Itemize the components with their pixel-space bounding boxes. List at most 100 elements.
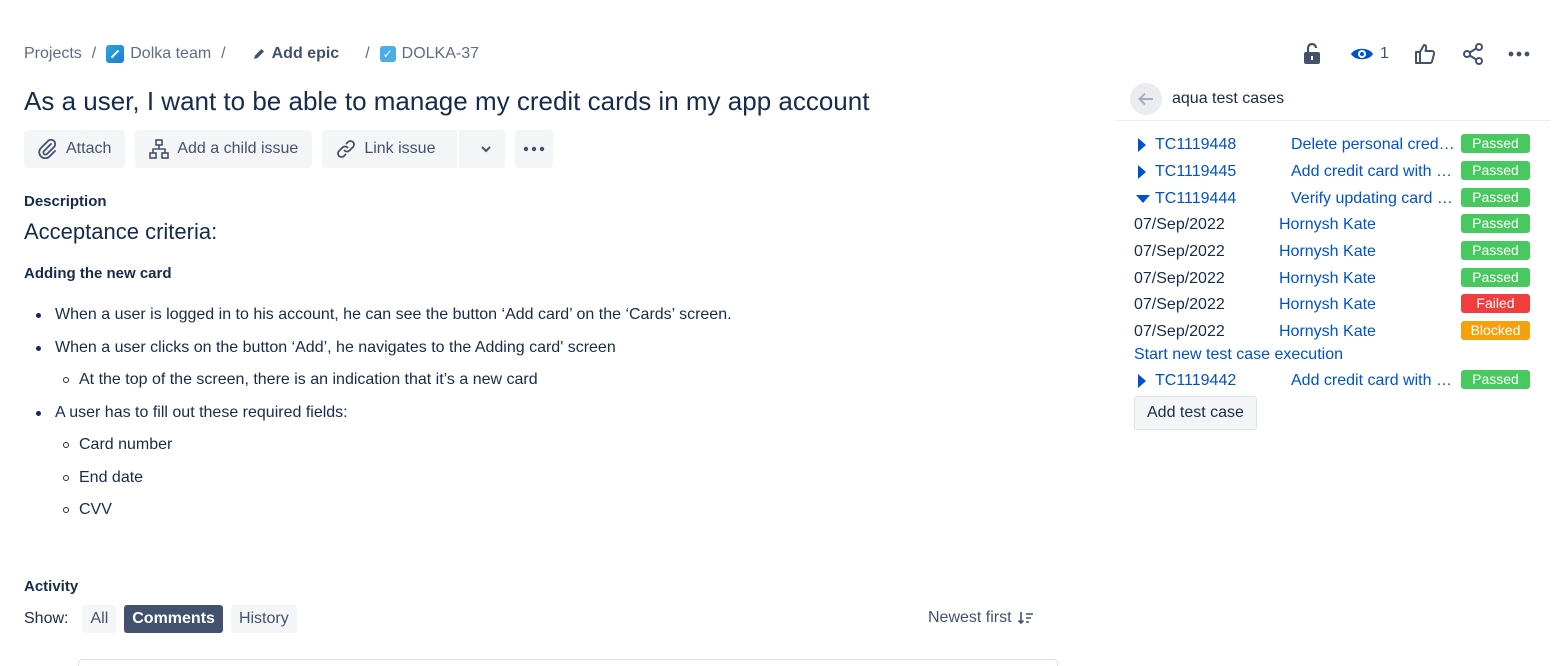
test-case-name[interactable]: Verify updating card … — [1291, 190, 1459, 208]
status-badge: Failed — [1461, 294, 1530, 313]
team-logo-icon — [106, 45, 125, 63]
paperclip-icon — [38, 139, 57, 159]
collapse-arrow-icon[interactable] — [1136, 195, 1150, 203]
add-child-issue-button[interactable]: Add a child issue — [135, 130, 313, 168]
adding-card-subheading: Adding the new card — [24, 265, 172, 282]
list-item: CVV — [63, 501, 112, 519]
bullet-icon — [36, 312, 41, 318]
execution-row: 07/Sep/2022 Hornysh Kate Failed — [1134, 294, 1534, 316]
eye-icon — [1351, 48, 1373, 60]
share-button[interactable] — [1457, 40, 1489, 68]
panel-title: aqua test cases — [1172, 90, 1285, 107]
breadcrumb-issue-key[interactable]: ✓ DOLKA-37 — [379, 45, 480, 63]
chevron-down-icon — [481, 146, 492, 153]
breadcrumb-team[interactable]: Dolka team — [106, 45, 211, 63]
test-case-name[interactable]: Add credit card with … — [1291, 163, 1459, 181]
status-badge: Passed — [1461, 161, 1530, 180]
attach-label: Attach — [66, 140, 112, 157]
like-button[interactable] — [1409, 40, 1441, 68]
status-badge: Passed — [1461, 214, 1530, 233]
test-case-name[interactable]: Add credit card with … — [1291, 372, 1459, 390]
panel-divider — [1116, 120, 1550, 121]
activity-filter-bar: Show: All Comments History — [24, 605, 297, 633]
test-case-id[interactable]: TC1119442 — [1155, 372, 1236, 390]
description-label: Description — [24, 193, 107, 210]
execution-user[interactable]: Hornysh Kate — [1279, 296, 1376, 314]
test-case-id[interactable]: TC1119445 — [1155, 163, 1236, 181]
more-horizontal-icon — [524, 146, 545, 152]
bullet-icon — [36, 345, 41, 351]
lock-button[interactable] — [1296, 40, 1328, 68]
sort-icon — [1017, 612, 1033, 625]
execution-user[interactable]: Hornysh Kate — [1279, 243, 1376, 261]
list-item-text: CVV — [79, 501, 112, 518]
add-epic-button[interactable]: Add epic — [252, 45, 339, 63]
back-button[interactable] — [1130, 83, 1162, 115]
execution-date: 07/Sep/2022 — [1134, 323, 1225, 340]
pencil-icon — [253, 49, 264, 59]
link-issue-button[interactable]: Link issue — [322, 130, 506, 168]
breadcrumb-projects[interactable]: Projects — [24, 45, 82, 63]
attach-button[interactable]: Attach — [24, 130, 126, 168]
comment-input[interactable] — [78, 659, 1058, 666]
link-issue-dropdown[interactable] — [467, 145, 505, 153]
add-test-case-button[interactable]: Add test case — [1134, 396, 1257, 430]
execution-row: 07/Sep/2022 Hornysh Kate Passed — [1134, 214, 1534, 236]
breadcrumb-separator: / — [221, 45, 226, 62]
start-execution-link[interactable]: Start new test case execution — [1134, 346, 1343, 364]
expand-arrow-icon[interactable] — [1138, 165, 1146, 179]
execution-date: 07/Sep/2022 — [1134, 216, 1225, 233]
filter-comments[interactable]: Comments — [124, 605, 223, 633]
status-badge: Passed — [1461, 241, 1530, 260]
test-case-row: TC1119448 Delete personal cred… Passed — [1134, 134, 1534, 156]
execution-user[interactable]: Hornysh Kate — [1279, 270, 1376, 288]
execution-date: 07/Sep/2022 — [1134, 296, 1225, 313]
breadcrumb-separator: / — [91, 45, 97, 62]
list-item: When a user clicks on the button ‘Add’, … — [36, 339, 616, 357]
list-item-text: At the top of the screen, there is an in… — [79, 371, 538, 388]
breadcrumb: Projects / Dolka team / Add epic / ✓ DOL… — [24, 44, 479, 64]
status-badge: Passed — [1461, 188, 1530, 207]
test-cases-panel-header: aqua test cases — [1130, 83, 1284, 115]
status-badge: Passed — [1461, 370, 1530, 389]
test-case-name[interactable]: Delete personal cred… — [1291, 136, 1459, 154]
list-item-text: A user has to fill out these required fi… — [55, 404, 348, 421]
sub-bullet-icon — [63, 507, 69, 513]
list-item: When a user is logged in to his account,… — [36, 306, 732, 324]
sub-bullet-icon — [63, 377, 69, 383]
breadcrumb-separator: / — [365, 45, 370, 62]
add-child-label: Add a child issue — [177, 140, 299, 157]
more-actions-button[interactable] — [1503, 40, 1535, 68]
test-case-id[interactable]: TC1119444 — [1155, 190, 1236, 208]
execution-user[interactable]: Hornysh Kate — [1279, 216, 1376, 234]
list-item-text: When a user is logged in to his account,… — [55, 306, 732, 323]
execution-user[interactable]: Hornysh Kate — [1279, 323, 1376, 341]
test-case-row: TC1119445 Add credit card with … Passed — [1134, 161, 1534, 183]
sort-order-button[interactable]: Newest first — [928, 609, 1034, 627]
filter-all[interactable]: All — [82, 605, 117, 633]
list-item-text: End date — [79, 469, 144, 486]
expand-arrow-icon[interactable] — [1138, 138, 1146, 152]
status-badge: Blocked — [1461, 321, 1530, 340]
issue-key-label: DOLKA-37 — [401, 45, 480, 62]
hierarchy-icon — [149, 139, 170, 159]
watch-button[interactable]: 1 — [1346, 40, 1393, 68]
breadcrumb-team-label: Dolka team — [130, 45, 212, 62]
share-icon — [1462, 43, 1483, 65]
sub-bullet-icon — [63, 475, 69, 481]
toolbar-more-button[interactable] — [515, 130, 554, 168]
list-item-text: When a user clicks on the button ‘Add’, … — [55, 339, 616, 356]
expand-arrow-icon[interactable] — [1138, 374, 1146, 388]
execution-date: 07/Sep/2022 — [1134, 270, 1225, 287]
list-item: End date — [63, 469, 143, 487]
execution-date: 07/Sep/2022 — [1134, 243, 1225, 260]
test-case-row: TC1119444 Verify updating card … Passed — [1134, 188, 1534, 210]
watch-count: 1 — [1380, 45, 1389, 62]
list-item: At the top of the screen, there is an in… — [63, 371, 538, 389]
filter-history[interactable]: History — [230, 605, 297, 633]
sub-bullet-icon — [63, 442, 69, 448]
arrow-left-icon — [1138, 92, 1153, 106]
issue-title[interactable]: As a user, I want to be able to manage m… — [24, 86, 869, 117]
thumbs-up-icon — [1414, 44, 1436, 64]
test-case-id[interactable]: TC1119448 — [1155, 136, 1236, 154]
